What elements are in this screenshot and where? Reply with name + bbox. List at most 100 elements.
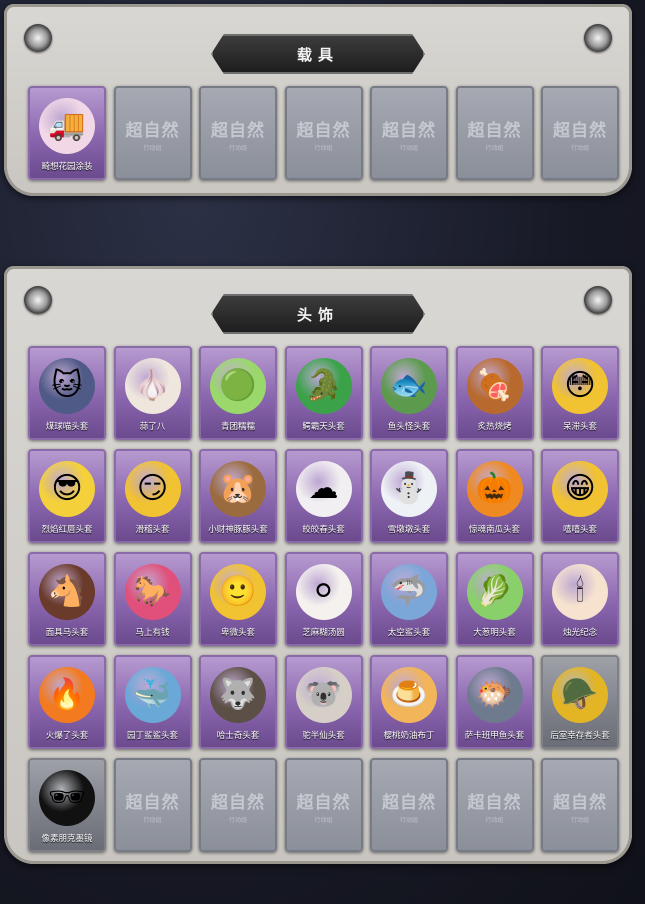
item-card[interactable]: 🐳 园丁鲨鲨头套: [113, 655, 192, 749]
item-card[interactable]: 🕶 像素朋克墨镜: [28, 758, 106, 852]
item-card[interactable]: 🔥 火爆了头套: [28, 655, 106, 749]
item-card[interactable]: 🪖 后室幸存者头套: [541, 655, 619, 749]
watermark-logo: 超自然: [382, 793, 436, 813]
watermark-subtitle: 行动组: [314, 145, 333, 152]
item-card[interactable]: 🐹 小财神豚豚头套: [199, 449, 277, 543]
panel-corner-knob-icon: [584, 24, 612, 52]
dazed-emoji-icon: 😳: [552, 358, 608, 414]
item-label: 烈焰红唇头套: [41, 525, 93, 535]
fish-head-icon: 🐡: [466, 667, 523, 723]
item-label: 驼半仙头套: [302, 731, 345, 741]
humble-emoji-icon: 🙂: [210, 564, 266, 620]
item-label: 煤球喵头套: [45, 422, 89, 432]
pixel-sunglasses-icon: 🕶: [39, 770, 95, 826]
item-card[interactable]: 🟢 青团糯糯: [199, 346, 277, 440]
garlic-head-icon: 🧄: [124, 358, 181, 414]
watermark-logo: 超自然: [211, 121, 265, 141]
item-label: 惊魂南瓜头套: [468, 525, 520, 535]
item-card[interactable]: 🐱 煤球喵头套: [28, 346, 106, 440]
item-label: 青团糯糯: [220, 422, 255, 432]
item-card[interactable]: ⛄ 雪墩墩头套: [370, 449, 448, 543]
item-card[interactable]: 🎃 惊魂南瓜头套: [455, 449, 534, 543]
item-label: 马上有钱: [135, 628, 170, 638]
item-card[interactable]: 🐟 鱼头怪头套: [370, 346, 448, 440]
headwear-grid: 🐱 煤球喵头套 🧄 蒜了八 🟢 青团糯糯 🐊 鳄霸天头套 🐟 鱼头怪头套 🍖 炙热烧烤 😳 呆滞头套 😎 烈焰…: [28, 346, 619, 852]
capybara-head-icon: 🐹: [210, 461, 266, 517]
pudding-head-icon: 🍮: [381, 667, 437, 723]
snowman-head-icon: ⛄: [381, 461, 437, 517]
scallion-head-icon: 🥬: [466, 564, 523, 620]
vehicle-panel: 载具 🚚 畸想花园涂装 超自然 行动组 超自然 行动组 超自然 行动组 超自然 行动组 超自然 行动组…: [4, 4, 632, 214]
item-label: 园丁鲨鲨头套: [126, 731, 178, 741]
watermark-subtitle: 行动组: [399, 817, 418, 824]
item-label: 雪墩墩头套: [387, 525, 431, 535]
item-label: 小财神豚豚头套: [208, 525, 268, 535]
item-card[interactable]: 🐡 萨卡班甲鱼头套: [455, 655, 534, 749]
watermark-subtitle: 行动组: [143, 145, 162, 152]
item-card[interactable]: ⚪ 芝麻糊汤圆: [284, 552, 363, 646]
headwear-section-title: 头饰: [211, 294, 425, 334]
item-label: 火爆了头套: [45, 731, 89, 741]
watermark-subtitle: 行动组: [570, 817, 589, 824]
item-card[interactable]: 🦈 太空鲨头套: [370, 552, 448, 646]
empty-slot: 超自然 行动组: [370, 86, 448, 180]
candle-head-icon: 🕯: [552, 564, 608, 620]
funny-emoji-icon: 😏: [124, 461, 181, 517]
item-card[interactable]: 😳 呆滞头套: [541, 346, 619, 440]
empty-slot: 超自然 行动组: [541, 758, 619, 852]
item-card[interactable]: 🚚 畸想花园涂装: [28, 86, 106, 180]
item-label: 呆滞头套: [562, 422, 597, 432]
watermark-subtitle: 行动组: [485, 145, 504, 152]
item-card[interactable]: 🥬 大葱明头套: [455, 552, 534, 646]
baby-shark-head-icon: 🐳: [124, 667, 181, 723]
empty-slot: 超自然 行动组: [541, 86, 619, 180]
item-label: 太空鲨头套: [387, 628, 431, 638]
watermark-logo: 超自然: [467, 793, 522, 813]
empty-slot: 超自然 行动组: [113, 86, 192, 180]
item-label: 炙热烧烤: [477, 422, 512, 432]
bbq-head-icon: 🍖: [466, 358, 523, 414]
item-card[interactable]: 🐨 驼半仙头套: [284, 655, 363, 749]
item-label: 皎皎春头套: [302, 525, 345, 535]
item-label: 卑微头套: [220, 628, 255, 638]
pikachu-sunglasses-icon: 😎: [39, 461, 95, 517]
watermark-logo: 超自然: [296, 121, 351, 141]
item-label: 鱼头怪头套: [387, 422, 431, 432]
empty-slot: 超自然 行动组: [455, 758, 534, 852]
item-card[interactable]: 🐺 哈士奇头套: [199, 655, 277, 749]
item-card[interactable]: 🐴 面具马头套: [28, 552, 106, 646]
item-label: 鳄霸天头套: [302, 422, 345, 432]
watermark-logo: 超自然: [125, 121, 180, 141]
item-card[interactable]: 🍮 樱桃奶油布丁: [370, 655, 448, 749]
headwear-panel: 头饰 🐱 煤球喵头套 🧄 蒜了八 🟢 青团糯糯 🐊 鳄霸天头套 🐟 鱼头怪头套 🍖 炙热烧烤 😳 呆滞头套…: [4, 266, 632, 882]
item-label: 嘻嘻头套: [562, 525, 597, 535]
item-card[interactable]: 😏 滑稽头套: [113, 449, 192, 543]
empty-slot: 超自然 行动组: [370, 758, 448, 852]
ice-cream-truck-icon: 🚚: [39, 98, 95, 154]
empty-slot: 超自然 行动组: [199, 758, 277, 852]
watermark-logo: 超自然: [211, 793, 265, 813]
item-label: 面具马头套: [45, 628, 89, 638]
empty-slot: 超自然 行动组: [284, 86, 363, 180]
item-card[interactable]: 🐊 鳄霸天头套: [284, 346, 363, 440]
item-card[interactable]: 🙂 卑微头套: [199, 552, 277, 646]
item-card[interactable]: 🍖 炙热烧烤: [455, 346, 534, 440]
item-card[interactable]: 😎 烈焰红唇头套: [28, 449, 106, 543]
item-card[interactable]: 🐎 马上有钱: [113, 552, 192, 646]
item-card[interactable]: 🧄 蒜了八: [113, 346, 192, 440]
panel-corner-knob-icon: [24, 24, 52, 52]
item-card[interactable]: ☁ 皎皎春头套: [284, 449, 363, 543]
koala-head-icon: 🐨: [295, 667, 352, 723]
empty-slot: 超自然 行动组: [113, 758, 192, 852]
crocodile-head-icon: 🐊: [295, 358, 352, 414]
horse-head-icon: 🐴: [39, 564, 95, 620]
item-label: 滑稽头套: [135, 525, 170, 535]
watermark-logo: 超自然: [467, 121, 522, 141]
item-card[interactable]: 🕯 烛光纪念: [541, 552, 619, 646]
watermark-logo: 超自然: [296, 793, 351, 813]
panel-corner-knob-icon: [24, 286, 52, 314]
fire-head-icon: 🔥: [39, 667, 95, 723]
watermark-logo: 超自然: [125, 793, 180, 813]
watermark-logo: 超自然: [553, 121, 607, 141]
item-card[interactable]: 😁 嘻嘻头套: [541, 449, 619, 543]
